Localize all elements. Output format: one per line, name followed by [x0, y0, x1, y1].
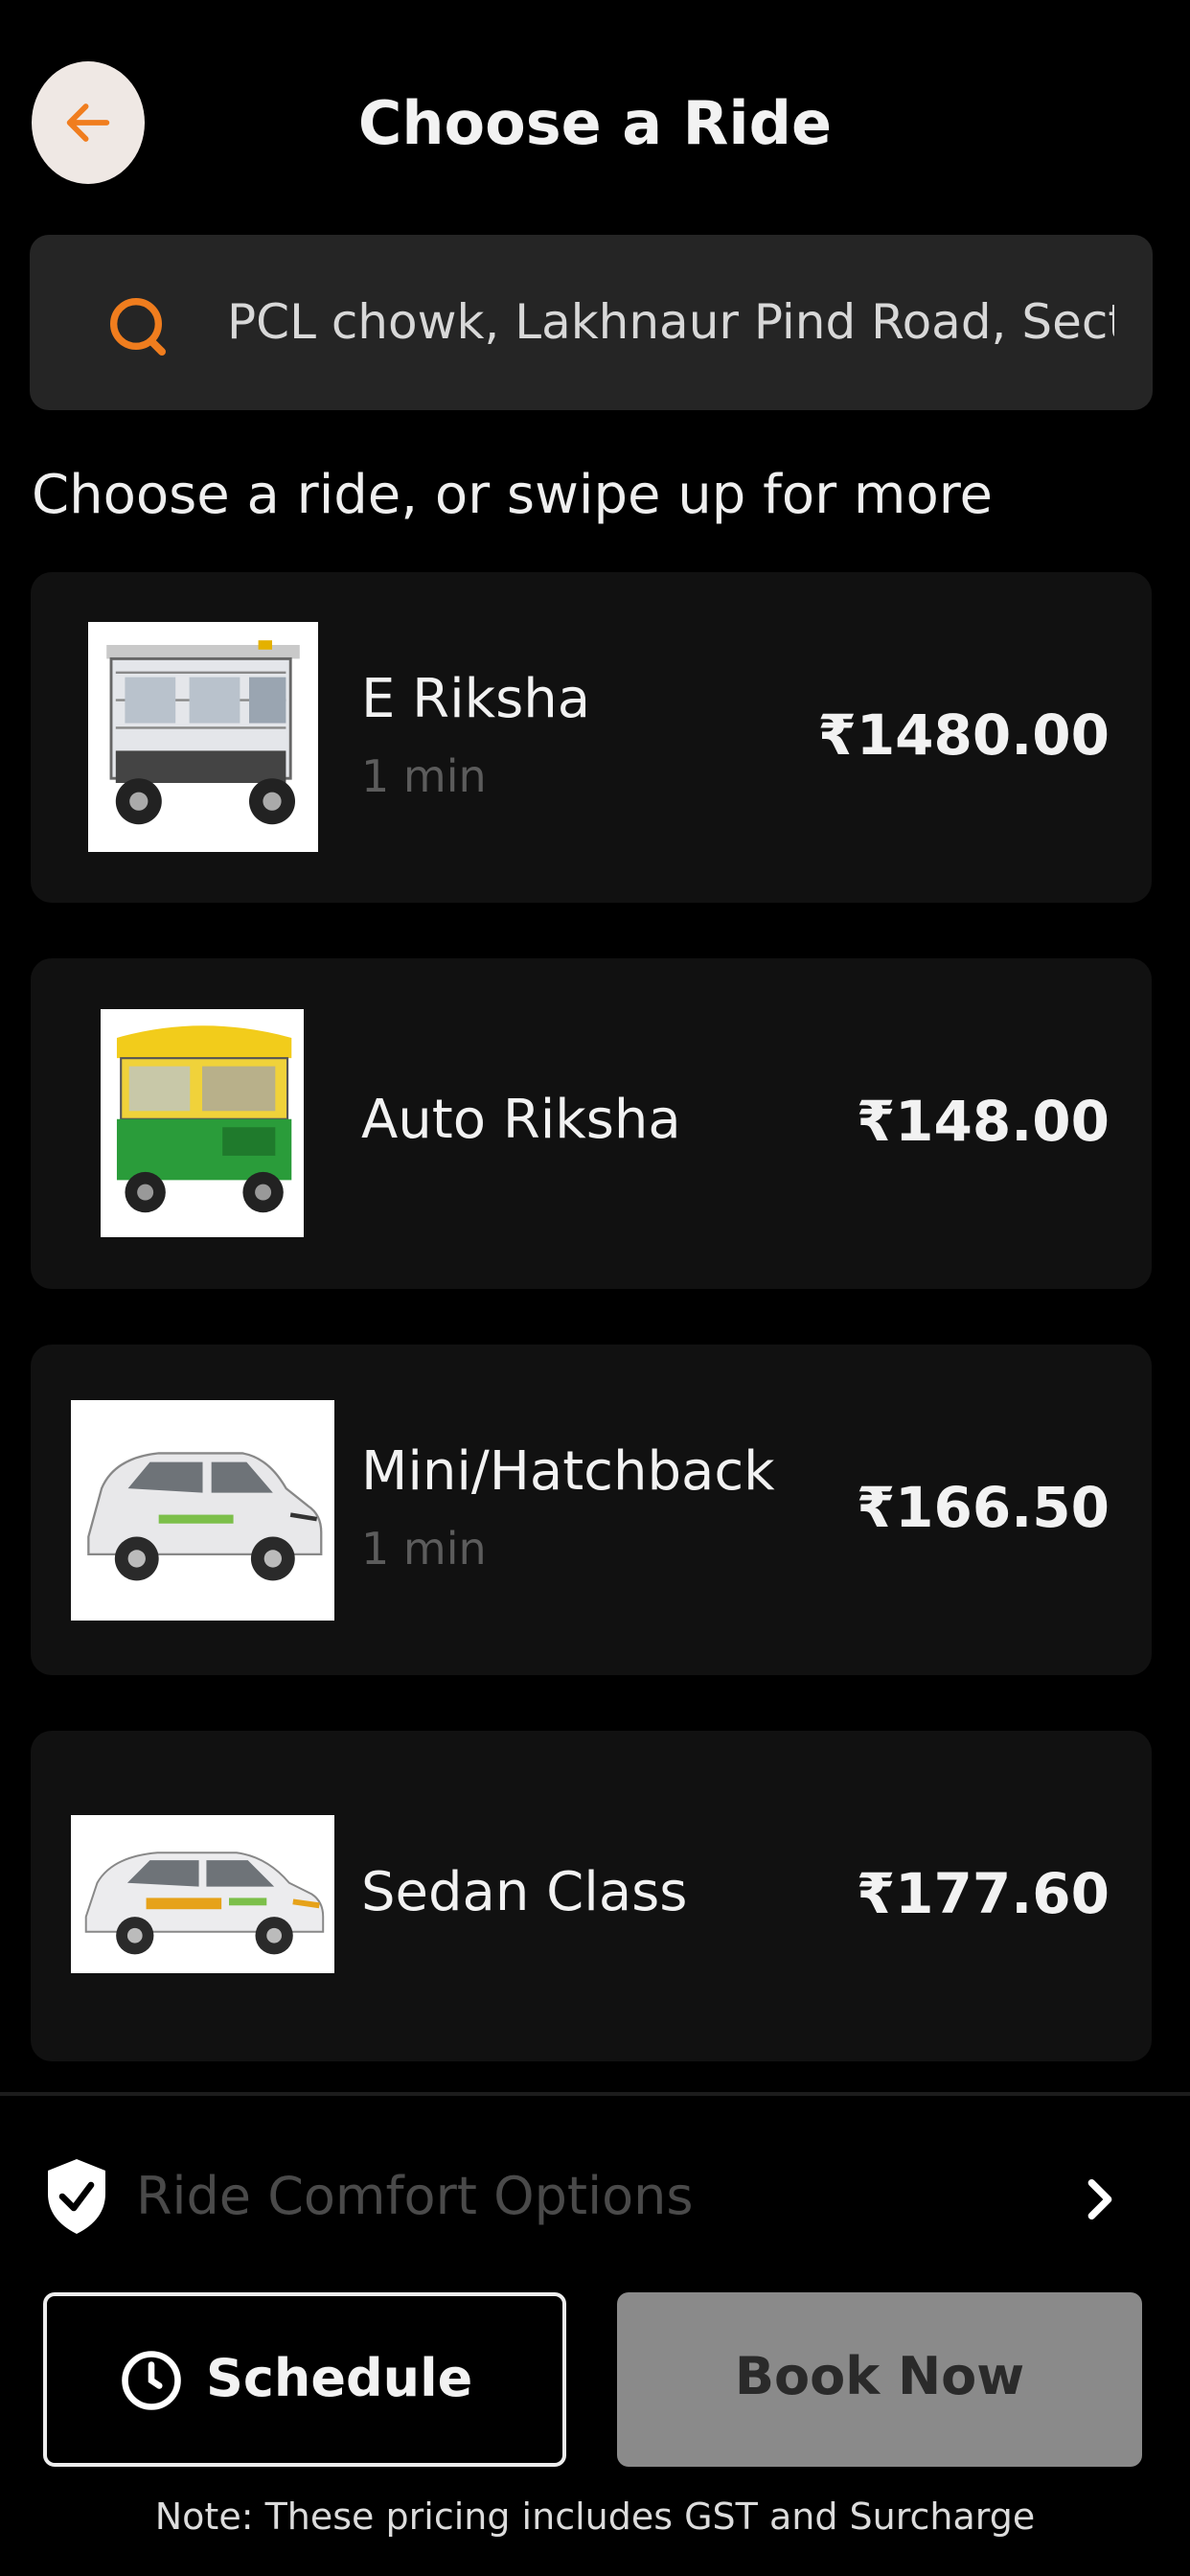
book-now-button[interactable]: Book Now	[617, 2292, 1142, 2467]
ride-name: Mini/Hatchback	[361, 1440, 775, 1503]
ride-option-mini-hatchback[interactable]: Mini/Hatchback 1 min ₹166.50	[31, 1345, 1152, 1675]
ride-price: ₹1480.00	[817, 702, 1110, 768]
ride-comfort-options-label: Ride Comfort Options	[136, 2166, 694, 2226]
auto-riksha-image	[101, 1009, 304, 1237]
section-heading: Choose a ride, or swipe up for more	[32, 464, 993, 526]
schedule-label: Schedule	[206, 2348, 473, 2408]
search-icon	[110, 298, 166, 356]
pickup-search-field[interactable]: PCL chowk, Lakhnaur Pind Road, Sector	[30, 235, 1153, 410]
ride-option-auto-riksha[interactable]: Auto Riksha ₹148.00	[31, 958, 1152, 1289]
ride-price: ₹177.60	[856, 1861, 1110, 1926]
ride-name: Sedan Class	[361, 1861, 688, 1923]
ride-name: E Riksha	[361, 668, 591, 730]
sedan-car-image	[71, 1815, 334, 1973]
e-riksha-image	[88, 622, 318, 852]
shield-check-icon	[48, 2159, 105, 2234]
ride-name: Auto Riksha	[361, 1089, 681, 1151]
hatchback-car-image	[71, 1400, 334, 1621]
ride-comfort-options-row[interactable]: Ride Comfort Options	[0, 2147, 1190, 2252]
ride-option-sedan-class[interactable]: Sedan Class ₹177.60	[31, 1731, 1152, 2061]
clock-icon	[122, 2351, 181, 2410]
choose-ride-screen: Choose a Ride PCL chowk, Lakhnaur Pind R…	[0, 0, 1190, 2576]
pricing-note: Note: These pricing includes GST and Sur…	[154, 2496, 1036, 2538]
ride-eta: 1 min	[361, 750, 487, 802]
book-now-label: Book Now	[734, 2346, 1025, 2406]
page-title: Choose a Ride	[357, 88, 833, 158]
chevron-right-icon[interactable]	[1083, 2177, 1117, 2221]
ride-price: ₹148.00	[856, 1089, 1110, 1154]
search-input-value[interactable]: PCL chowk, Lakhnaur Pind Road, Sector	[227, 294, 1114, 350]
schedule-button[interactable]: Schedule	[43, 2292, 566, 2467]
ride-eta: 1 min	[361, 1523, 487, 1575]
ride-option-e-riksha[interactable]: E Riksha 1 min ₹1480.00	[31, 572, 1152, 903]
section-divider	[0, 2092, 1190, 2096]
ride-price: ₹166.50	[856, 1475, 1110, 1540]
